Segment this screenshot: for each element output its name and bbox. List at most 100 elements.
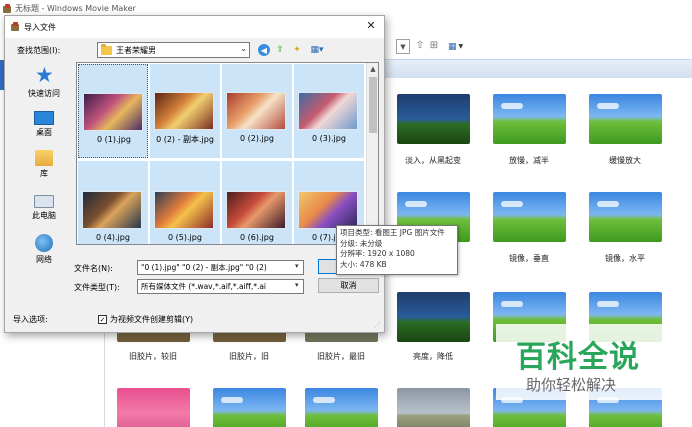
view-icon: ▦: [448, 41, 457, 52]
effect-tile[interactable]: [305, 388, 378, 427]
place-label: 库: [40, 169, 48, 178]
chevron-down-icon: ⌄: [240, 44, 247, 53]
library-icon: [35, 150, 53, 166]
lookin-label: 查找范围(I):: [17, 46, 61, 55]
file-item[interactable]: 0 (1).jpg: [78, 64, 148, 158]
tooltip-line: 项目类型: 看图王 JPG 图片文件: [340, 228, 445, 237]
watermark-title: 百科全说: [516, 340, 640, 375]
file-name: 0 (3).jpg: [312, 134, 346, 143]
watermark-subtitle: 助你轻松解决: [526, 376, 617, 394]
new-folder-icon[interactable]: ✦: [290, 43, 304, 57]
effect-tile[interactable]: [397, 292, 470, 342]
effect-label: 旧胶片，最旧: [317, 352, 365, 361]
chevron-down-icon[interactable]: ▾: [295, 262, 299, 270]
vertical-scrollbar[interactable]: ▲ ▼: [366, 63, 378, 244]
image-thumbnail: [83, 93, 143, 131]
effect-label: 缓慢放大: [609, 156, 641, 165]
image-thumbnail: [226, 191, 286, 229]
lookin-value: 王者荣耀男: [116, 45, 156, 55]
collection-dropdown-arrow[interactable]: ▼: [396, 39, 410, 54]
place-desktop[interactable]: 桌面: [13, 108, 75, 148]
computer-icon: [34, 195, 54, 208]
dialog-title: 导入文件: [24, 22, 56, 32]
app-title: 无标题 - Windows Movie Maker: [15, 4, 136, 13]
image-thumbnail: [298, 92, 358, 130]
image-thumbnail: [154, 92, 214, 130]
file-name: 0 (4).jpg: [96, 233, 130, 242]
file-item[interactable]: 0 (3).jpg: [294, 64, 364, 158]
image-thumbnail: [226, 92, 286, 130]
tooltip-line: 分级: 未分级: [340, 238, 383, 248]
file-name: 0 (5).jpg: [168, 233, 202, 242]
effect-tile[interactable]: [213, 388, 286, 427]
effect-tile[interactable]: [493, 192, 566, 242]
place-libraries[interactable]: 库: [13, 150, 75, 190]
import-options-label: 导入选项:: [13, 315, 48, 324]
place-network[interactable]: 网络: [13, 234, 75, 274]
movie-maker-icon: [2, 3, 12, 14]
up-folder-icon[interactable]: ⇧: [273, 43, 287, 57]
resize-grip-icon[interactable]: ⋰: [374, 321, 381, 329]
tooltip-line: 分辨率: 1920 x 1080: [340, 249, 415, 258]
create-clips-checkbox[interactable]: ✓: [98, 315, 107, 324]
effect-label: 淡入，从黑起变: [405, 156, 461, 165]
new-folder-icon[interactable]: ⊞: [428, 40, 440, 52]
dialog-title-bar: 导入文件: [5, 16, 384, 38]
filename-label: 文件名(N):: [74, 264, 113, 273]
movie-maker-icon: [10, 22, 20, 32]
tooltip-line: 大小: 478 KB: [340, 259, 387, 269]
file-name: 0 (1).jpg: [97, 135, 131, 144]
file-item[interactable]: 0 (6).jpg: [222, 161, 292, 244]
collection-toolbar: ▼ ⇧ ⊞ ▦ ▼: [380, 36, 692, 58]
effect-tile[interactable]: [493, 94, 566, 144]
effect-tile[interactable]: [397, 94, 470, 144]
place-label: 桌面: [36, 128, 52, 137]
file-list: 0 (1).jpg 0 (2) - 副本.jpg 0 (2).jpg 0 (3)…: [76, 62, 379, 245]
file-item[interactable]: 0 (2) - 副本.jpg: [150, 64, 220, 158]
view-menu-icon[interactable]: ▦▾: [307, 43, 327, 57]
place-this-pc[interactable]: 此电脑: [13, 192, 75, 232]
effect-label: 旧胶片，旧: [229, 352, 269, 361]
place-quick-access[interactable]: 快速访问: [13, 63, 75, 106]
file-item[interactable]: 0 (5).jpg: [150, 161, 220, 244]
effect-label: 镜像，水平: [605, 254, 645, 263]
create-clips-option[interactable]: ✓ 为视频文件创建剪辑(Y): [98, 314, 193, 325]
watermark: 百科全说 助你轻松解决: [496, 324, 692, 400]
place-label: 此电脑: [32, 211, 56, 220]
file-tooltip: 项目类型: 看图王 JPG 图片文件 分级: 未分级 分辨率: 1920 x 1…: [336, 225, 458, 275]
place-label: 快速访问: [28, 89, 60, 98]
scroll-up-icon[interactable]: ▲: [367, 63, 378, 75]
filetype-dropdown[interactable]: 所有媒体文件 (*.wav,*.aif,*.aiff,*.ai: [137, 279, 304, 294]
dialog-toolbar: ◀ ⇧ ✦ ▦▾: [258, 42, 327, 58]
filetype-label: 文件类型(T):: [74, 283, 120, 292]
file-name: 0 (2).jpg: [240, 134, 274, 143]
effect-label: 放慢，减半: [509, 156, 549, 165]
effect-tile[interactable]: [589, 192, 662, 242]
up-folder-icon[interactable]: ⇧: [414, 40, 426, 52]
effect-label: 亮度，降低: [413, 352, 453, 361]
lookin-dropdown[interactable]: 王者荣耀男 ⌄: [97, 42, 250, 58]
file-item[interactable]: 0 (4).jpg: [78, 161, 148, 244]
effect-tile[interactable]: [117, 388, 190, 427]
effect-tile[interactable]: [589, 94, 662, 144]
image-thumbnail: [82, 191, 142, 229]
image-thumbnail: [298, 191, 358, 229]
file-name: 0 (2) - 副本.jpg: [156, 135, 214, 144]
cancel-button[interactable]: 取消: [318, 278, 379, 293]
folder-icon: [101, 43, 112, 55]
view-menu-button[interactable]: ▦ ▼: [448, 39, 468, 54]
effect-label: 镜像，垂直: [509, 254, 549, 263]
filename-input[interactable]: "0 (1).jpg" "0 (2) - 副本.jpg" "0 (2): [137, 260, 304, 275]
effect-label: 旧胶片，较旧: [129, 352, 177, 361]
star-icon: [33, 63, 55, 87]
image-thumbnail: [154, 191, 214, 229]
chevron-down-icon[interactable]: ▾: [295, 281, 299, 289]
back-icon[interactable]: ◀: [258, 44, 270, 56]
place-label: 网络: [36, 255, 52, 264]
network-icon: [35, 234, 53, 252]
import-file-dialog: 导入文件 ✕ 查找范围(I): 王者荣耀男 ⌄ ◀ ⇧ ✦ ▦▾ 快速访问 桌面…: [4, 15, 385, 333]
effect-tile[interactable]: [397, 388, 470, 427]
file-item[interactable]: 0 (2).jpg: [222, 64, 292, 158]
scroll-thumb[interactable]: [369, 77, 377, 133]
close-icon[interactable]: ✕: [364, 19, 378, 33]
